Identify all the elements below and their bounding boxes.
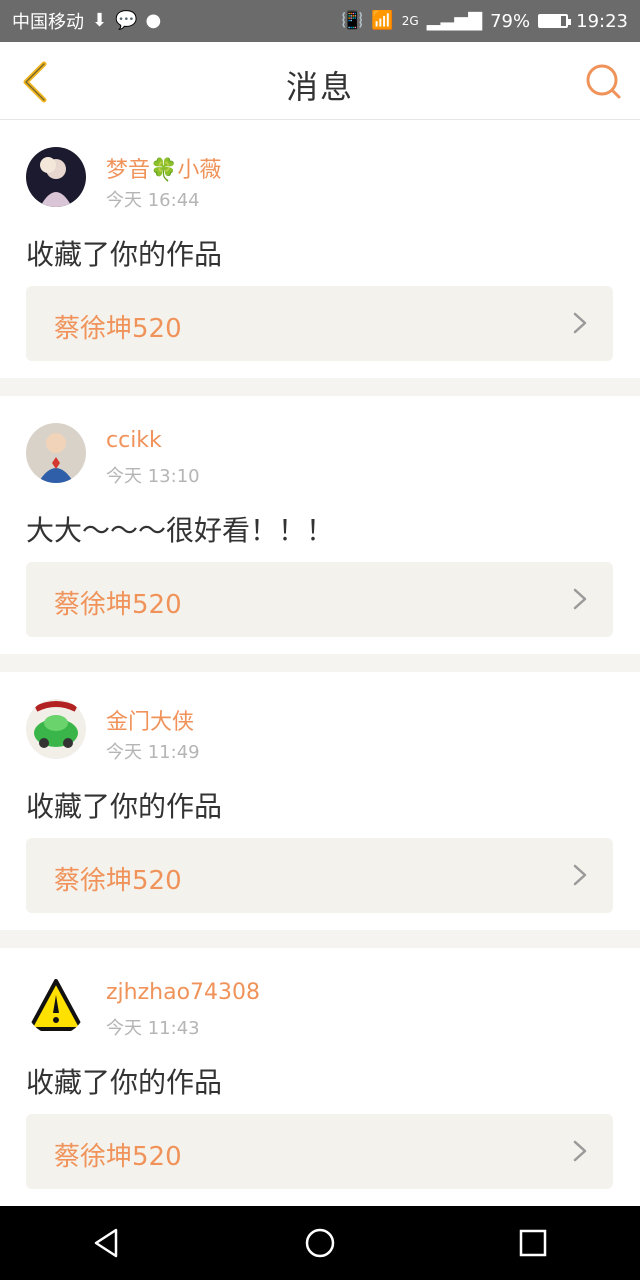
work-link[interactable]: 蔡徐坤520	[26, 1114, 613, 1189]
battery-percent: 79%	[490, 10, 531, 32]
avatar[interactable]	[26, 975, 86, 1035]
work-title: 蔡徐坤520	[54, 314, 182, 344]
message-text: 大大～～～很好看！！！	[26, 514, 335, 547]
status-bar: 中国移动 ⬇ 💬 ● 📳 📶 2G ▂▃▅▇ 79% 19:23	[0, 0, 640, 42]
sender-name[interactable]: ccikk	[106, 428, 162, 453]
circle-home-icon	[305, 1228, 335, 1258]
carrier-label: 中国移动	[12, 12, 84, 33]
chevron-right-icon	[573, 864, 587, 886]
nav-home-button[interactable]	[300, 1223, 340, 1263]
status-time: 19:23	[576, 10, 628, 32]
message-time: 今天 11:49	[106, 742, 200, 763]
page-title: 消息	[285, 68, 354, 106]
avatar[interactable]	[26, 423, 86, 483]
message-time: 今天 13:10	[106, 466, 200, 487]
work-title: 蔡徐坤520	[54, 1142, 182, 1172]
system-nav-bar	[0, 1206, 640, 1280]
wechat-icon: 💬	[115, 10, 138, 31]
wifi-icon: 📶	[371, 10, 394, 31]
battery-icon	[538, 14, 572, 28]
chevron-right-icon	[573, 312, 587, 334]
message-text: 收藏了你的作品	[26, 238, 223, 271]
chevron-right-icon	[573, 1140, 587, 1162]
search-icon	[586, 64, 621, 99]
message-text: 收藏了你的作品	[26, 790, 223, 823]
chevron-right-icon	[573, 588, 587, 610]
status-left: 中国移动 ⬇ 💬 ●	[12, 8, 161, 34]
network-type: 2G	[401, 14, 419, 28]
avatar-image	[26, 699, 86, 759]
work-title: 蔡徐坤520	[54, 590, 182, 620]
signal-icon: ▂▃▅▇	[426, 10, 483, 31]
sender-name[interactable]: 梦音🍀小薇	[106, 152, 221, 184]
download-icon: ⬇	[92, 10, 108, 31]
sender-name[interactable]: zjhzhao74308	[106, 980, 260, 1005]
message-card: zjhzhao74308 今天 11:43 收藏了你的作品 蔡徐坤520	[0, 948, 640, 1206]
message-card: 金门大侠 今天 11:49 收藏了你的作品 蔡徐坤520	[0, 672, 640, 930]
header-bar: 消息	[0, 42, 640, 120]
nav-back-button[interactable]	[87, 1223, 127, 1263]
message-time: 今天 11:43	[106, 1018, 200, 1039]
work-link[interactable]: 蔡徐坤520	[26, 286, 613, 361]
message-time: 今天 16:44	[106, 190, 200, 211]
search-button[interactable]	[584, 62, 624, 102]
square-recent-icon	[520, 1229, 547, 1257]
avatar[interactable]	[26, 699, 86, 759]
avatar-image	[26, 423, 86, 483]
chat-bubble-icon: ●	[145, 10, 162, 31]
message-card: ccikk 今天 13:10 大大～～～很好看！！！ 蔡徐坤520	[0, 396, 640, 654]
avatar-image	[26, 147, 86, 207]
work-title: 蔡徐坤520	[54, 866, 182, 896]
work-link[interactable]: 蔡徐坤520	[26, 838, 613, 913]
sender-name[interactable]: 金门大侠	[106, 704, 194, 736]
message-list: 梦音🍀小薇 今天 16:44 收藏了你的作品 蔡徐坤520 ccikk 今天 1…	[0, 120, 640, 1224]
warning-sign-avatar	[26, 975, 86, 1035]
avatar[interactable]	[26, 147, 86, 207]
work-link[interactable]: 蔡徐坤520	[26, 562, 613, 637]
triangle-back-icon	[94, 1228, 117, 1258]
status-right: 📳 📶 2G ▂▃▅▇ 79% 19:23	[341, 11, 628, 32]
vibrate-icon: 📳	[340, 10, 364, 31]
nav-recent-button[interactable]	[513, 1223, 553, 1263]
message-card: 梦音🍀小薇 今天 16:44 收藏了你的作品 蔡徐坤520	[0, 120, 640, 378]
message-text: 收藏了你的作品	[26, 1066, 223, 1099]
